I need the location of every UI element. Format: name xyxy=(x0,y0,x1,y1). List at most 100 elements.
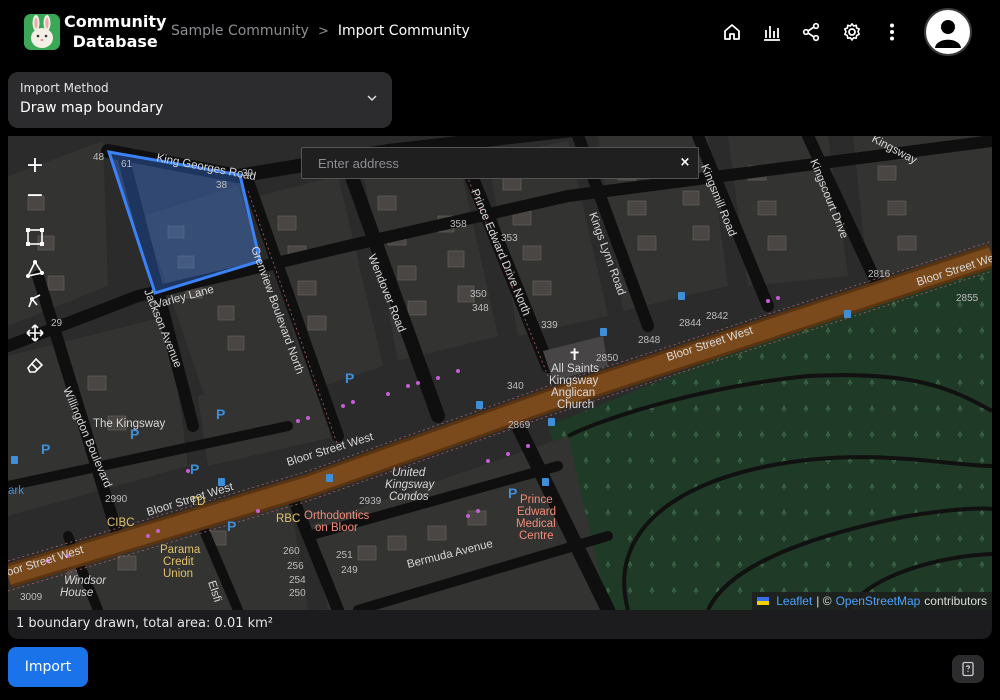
svg-text:P: P xyxy=(216,406,225,422)
svg-text:2850: 2850 xyxy=(596,353,619,364)
svg-text:2869: 2869 xyxy=(508,420,531,431)
label-windsor-1: Windsor xyxy=(64,575,107,587)
label-td: TD xyxy=(190,496,205,508)
label-rbc: RBC xyxy=(276,513,300,525)
erase-button[interactable] xyxy=(20,350,50,380)
label-ucc-2: Kingsway xyxy=(385,479,435,491)
attribution-suffix: contributors xyxy=(924,594,987,608)
svg-text:3009: 3009 xyxy=(20,592,43,603)
label-ucc-1: United xyxy=(392,467,426,479)
import-method-select[interactable]: Import Method Draw map boundary xyxy=(8,72,392,128)
svg-text:39: 39 xyxy=(242,168,254,179)
draw-rectangle-button[interactable] xyxy=(20,222,50,252)
svg-text:2842: 2842 xyxy=(706,311,729,322)
svg-text:256: 256 xyxy=(287,561,304,572)
leaflet-link[interactable]: Leaflet xyxy=(776,592,812,610)
draw-polygon-icon xyxy=(26,260,44,278)
address-clear-button[interactable]: × xyxy=(678,155,692,171)
svg-text:2816: 2816 xyxy=(868,269,891,280)
svg-text:61: 61 xyxy=(121,159,133,170)
svg-text:✝: ✝ xyxy=(568,345,581,364)
drag-button[interactable] xyxy=(20,318,50,348)
osm-link[interactable]: OpenStreetMap xyxy=(836,592,921,610)
svg-text:2848: 2848 xyxy=(638,335,661,346)
user-icon xyxy=(935,20,961,48)
analytics-button[interactable] xyxy=(760,20,784,44)
label-church-1: All Saints xyxy=(551,363,599,375)
label-ucc-3: Condos xyxy=(389,491,429,503)
svg-text:250: 250 xyxy=(289,588,306,599)
label-pemc-2: Edward xyxy=(517,506,556,518)
rabbit-logo-icon xyxy=(24,14,60,50)
label-ortho-2: on Bloor xyxy=(315,522,358,534)
svg-text:350: 350 xyxy=(470,289,487,300)
label-cibc: CIBC xyxy=(107,517,134,529)
attribution-separator: | © xyxy=(816,594,832,608)
svg-text:P: P xyxy=(227,518,236,534)
label-the-kingsway: The Kingsway xyxy=(93,418,165,430)
edit-shape-button[interactable] xyxy=(20,286,50,316)
user-avatar[interactable] xyxy=(924,8,972,56)
share-button[interactable] xyxy=(799,20,823,44)
import-button[interactable]: Import xyxy=(8,647,88,687)
svg-text:2855: 2855 xyxy=(956,293,979,304)
help-book-icon xyxy=(962,661,974,677)
share-icon xyxy=(802,22,820,42)
help-button[interactable] xyxy=(952,655,984,683)
svg-text:358: 358 xyxy=(450,219,467,230)
app-title-line1: Community xyxy=(64,12,167,31)
draw-rectangle-icon xyxy=(26,228,44,246)
drag-icon xyxy=(26,324,44,342)
svg-text:29: 29 xyxy=(51,318,63,329)
boundary-status: 1 boundary drawn, total area: 0.01 km² xyxy=(16,616,274,631)
breadcrumb-separator: > xyxy=(317,23,329,39)
more-options-button[interactable] xyxy=(880,20,904,44)
svg-text:249: 249 xyxy=(341,565,358,576)
svg-text:348: 348 xyxy=(472,303,489,314)
label-parama-1: Parama xyxy=(160,544,201,556)
label-ortho-1: Orthodontics xyxy=(304,510,369,522)
label-church-2: Kingsway xyxy=(549,375,598,387)
app-logo[interactable] xyxy=(24,14,60,50)
svg-text:P: P xyxy=(508,485,517,501)
chevron-down-icon xyxy=(367,95,377,102)
svg-text:340: 340 xyxy=(507,381,524,392)
erase-icon xyxy=(27,357,44,373)
map-tiles: PPPP PPP ✝ King Georges Road Bloor Stree… xyxy=(8,136,992,610)
more-vert-icon xyxy=(890,23,894,41)
label-parama-2: Credit xyxy=(163,556,194,568)
svg-text:P: P xyxy=(190,461,199,477)
address-search-input[interactable] xyxy=(302,148,672,178)
svg-text:353: 353 xyxy=(501,233,518,244)
chart-icon xyxy=(764,26,780,41)
breadcrumb-current: Import Community xyxy=(337,23,470,39)
svg-text:48: 48 xyxy=(93,152,105,163)
svg-text:2990: 2990 xyxy=(105,494,128,505)
edit-shape-icon xyxy=(28,294,41,308)
label-ark: ark xyxy=(8,485,24,497)
svg-text:339: 339 xyxy=(541,320,558,331)
map-panel: PPPP PPP ✝ King Georges Road Bloor Stree… xyxy=(8,136,992,639)
breadcrumb-parent[interactable]: Sample Community xyxy=(171,23,309,39)
svg-text:P: P xyxy=(41,441,50,457)
draw-polygon-button[interactable] xyxy=(20,254,50,284)
map-canvas[interactable]: PPPP PPP ✝ King Georges Road Bloor Stree… xyxy=(8,136,992,610)
app-title[interactable]: Community Database xyxy=(64,12,166,52)
svg-text:251: 251 xyxy=(336,550,353,561)
draw-toolbar xyxy=(20,222,50,382)
app-title-line2: Database xyxy=(72,32,158,51)
zoom-out-button[interactable]: − xyxy=(20,180,50,210)
svg-text:260: 260 xyxy=(283,546,300,557)
address-search: × xyxy=(301,147,699,179)
map-attribution: Leaflet | © OpenStreetMap contributors xyxy=(752,592,992,610)
settings-button[interactable] xyxy=(840,20,864,44)
import-method-label: Import Method xyxy=(20,81,109,95)
svg-text:38: 38 xyxy=(216,180,228,191)
label-pemc-1: Prince xyxy=(520,494,553,506)
zoom-in-button[interactable]: + xyxy=(20,150,50,180)
label-church-4: Church xyxy=(557,399,594,411)
svg-text:P: P xyxy=(345,370,354,386)
app-header: Community Database Sample Community > Im… xyxy=(0,0,1000,64)
home-button[interactable] xyxy=(720,20,744,44)
svg-text:2939: 2939 xyxy=(359,496,382,507)
